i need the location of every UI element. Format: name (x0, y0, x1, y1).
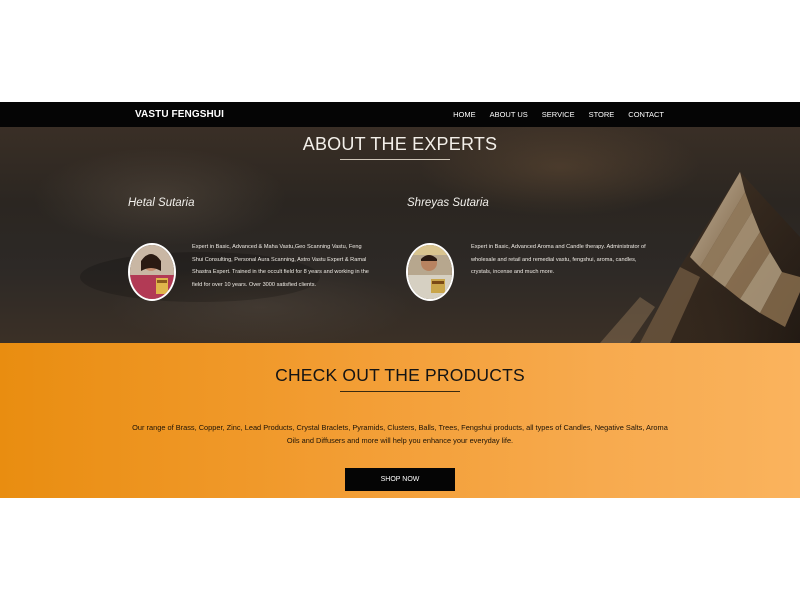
navbar: VASTU FENGSHUI HOME ABOUT US SERVICE STO… (0, 102, 800, 127)
shop-now-button[interactable]: SHOP NOW (345, 468, 455, 491)
bio-line: Expert in Basic, Advanced & Maha Vastu,G… (192, 244, 362, 250)
bio-line: Shui Consulting, Personal Aura Scanning,… (192, 256, 367, 263)
bio-line: crystals, incense and much more. (471, 269, 555, 276)
page: VASTU FENGSHUI HOME ABOUT US SERVICE STO… (0, 0, 800, 600)
title-divider (340, 159, 450, 160)
nav-contact[interactable]: CONTACT (628, 102, 664, 127)
portrait-hetal-image (130, 245, 174, 299)
bio-line: wholesale and retail and remedial vastu,… (471, 256, 637, 263)
expert-bio-hetal: Expert in Basic, Advanced & Maha Vastu,G… (192, 241, 392, 291)
avatar-shreyas (406, 243, 454, 301)
products-section: CHECK OUT THE PRODUCTS Our range of Bras… (0, 343, 800, 498)
products-title: CHECK OUT THE PRODUCTS (275, 365, 525, 385)
nav-links: HOME ABOUT US SERVICE STORE CONTACT (439, 102, 664, 127)
title-divider (340, 391, 460, 392)
avatar-hetal (128, 243, 176, 301)
nav-about-us[interactable]: ABOUT US (490, 102, 528, 127)
bio-line: Expert in Basic, Advanced Aroma and Cand… (471, 244, 646, 250)
expert-name-hetal: Hetal Sutaria (128, 197, 195, 209)
nav-store[interactable]: STORE (589, 102, 615, 127)
description-line: Our range of Brass, Copper, Zinc, Lead P… (132, 423, 668, 432)
description-line: Oils and Diffusers and more will help yo… (286, 435, 514, 445)
experts-title: ABOUT THE EXPERTS (302, 134, 498, 154)
nav-service[interactable]: SERVICE (542, 102, 575, 127)
bio-line: Shastra Expert. Trained in the occult fi… (192, 269, 369, 276)
experts-section: ABOUT THE EXPERTS Hetal Sutaria Expert i… (0, 127, 800, 343)
expert-name-shreyas: Shreyas Sutaria (407, 197, 489, 209)
portrait-shreyas-image (408, 245, 452, 299)
bio-line: field for over 10 years. Over 3000 satis… (192, 281, 317, 288)
nav-home[interactable]: HOME (453, 102, 476, 127)
expert-bio-shreyas: Expert in Basic, Advanced Aroma and Cand… (471, 241, 671, 279)
brand-logo[interactable]: VASTU FENGSHUI (135, 102, 224, 127)
products-description: Our range of Brass, Copper, Zinc, Lead P… (118, 422, 682, 447)
